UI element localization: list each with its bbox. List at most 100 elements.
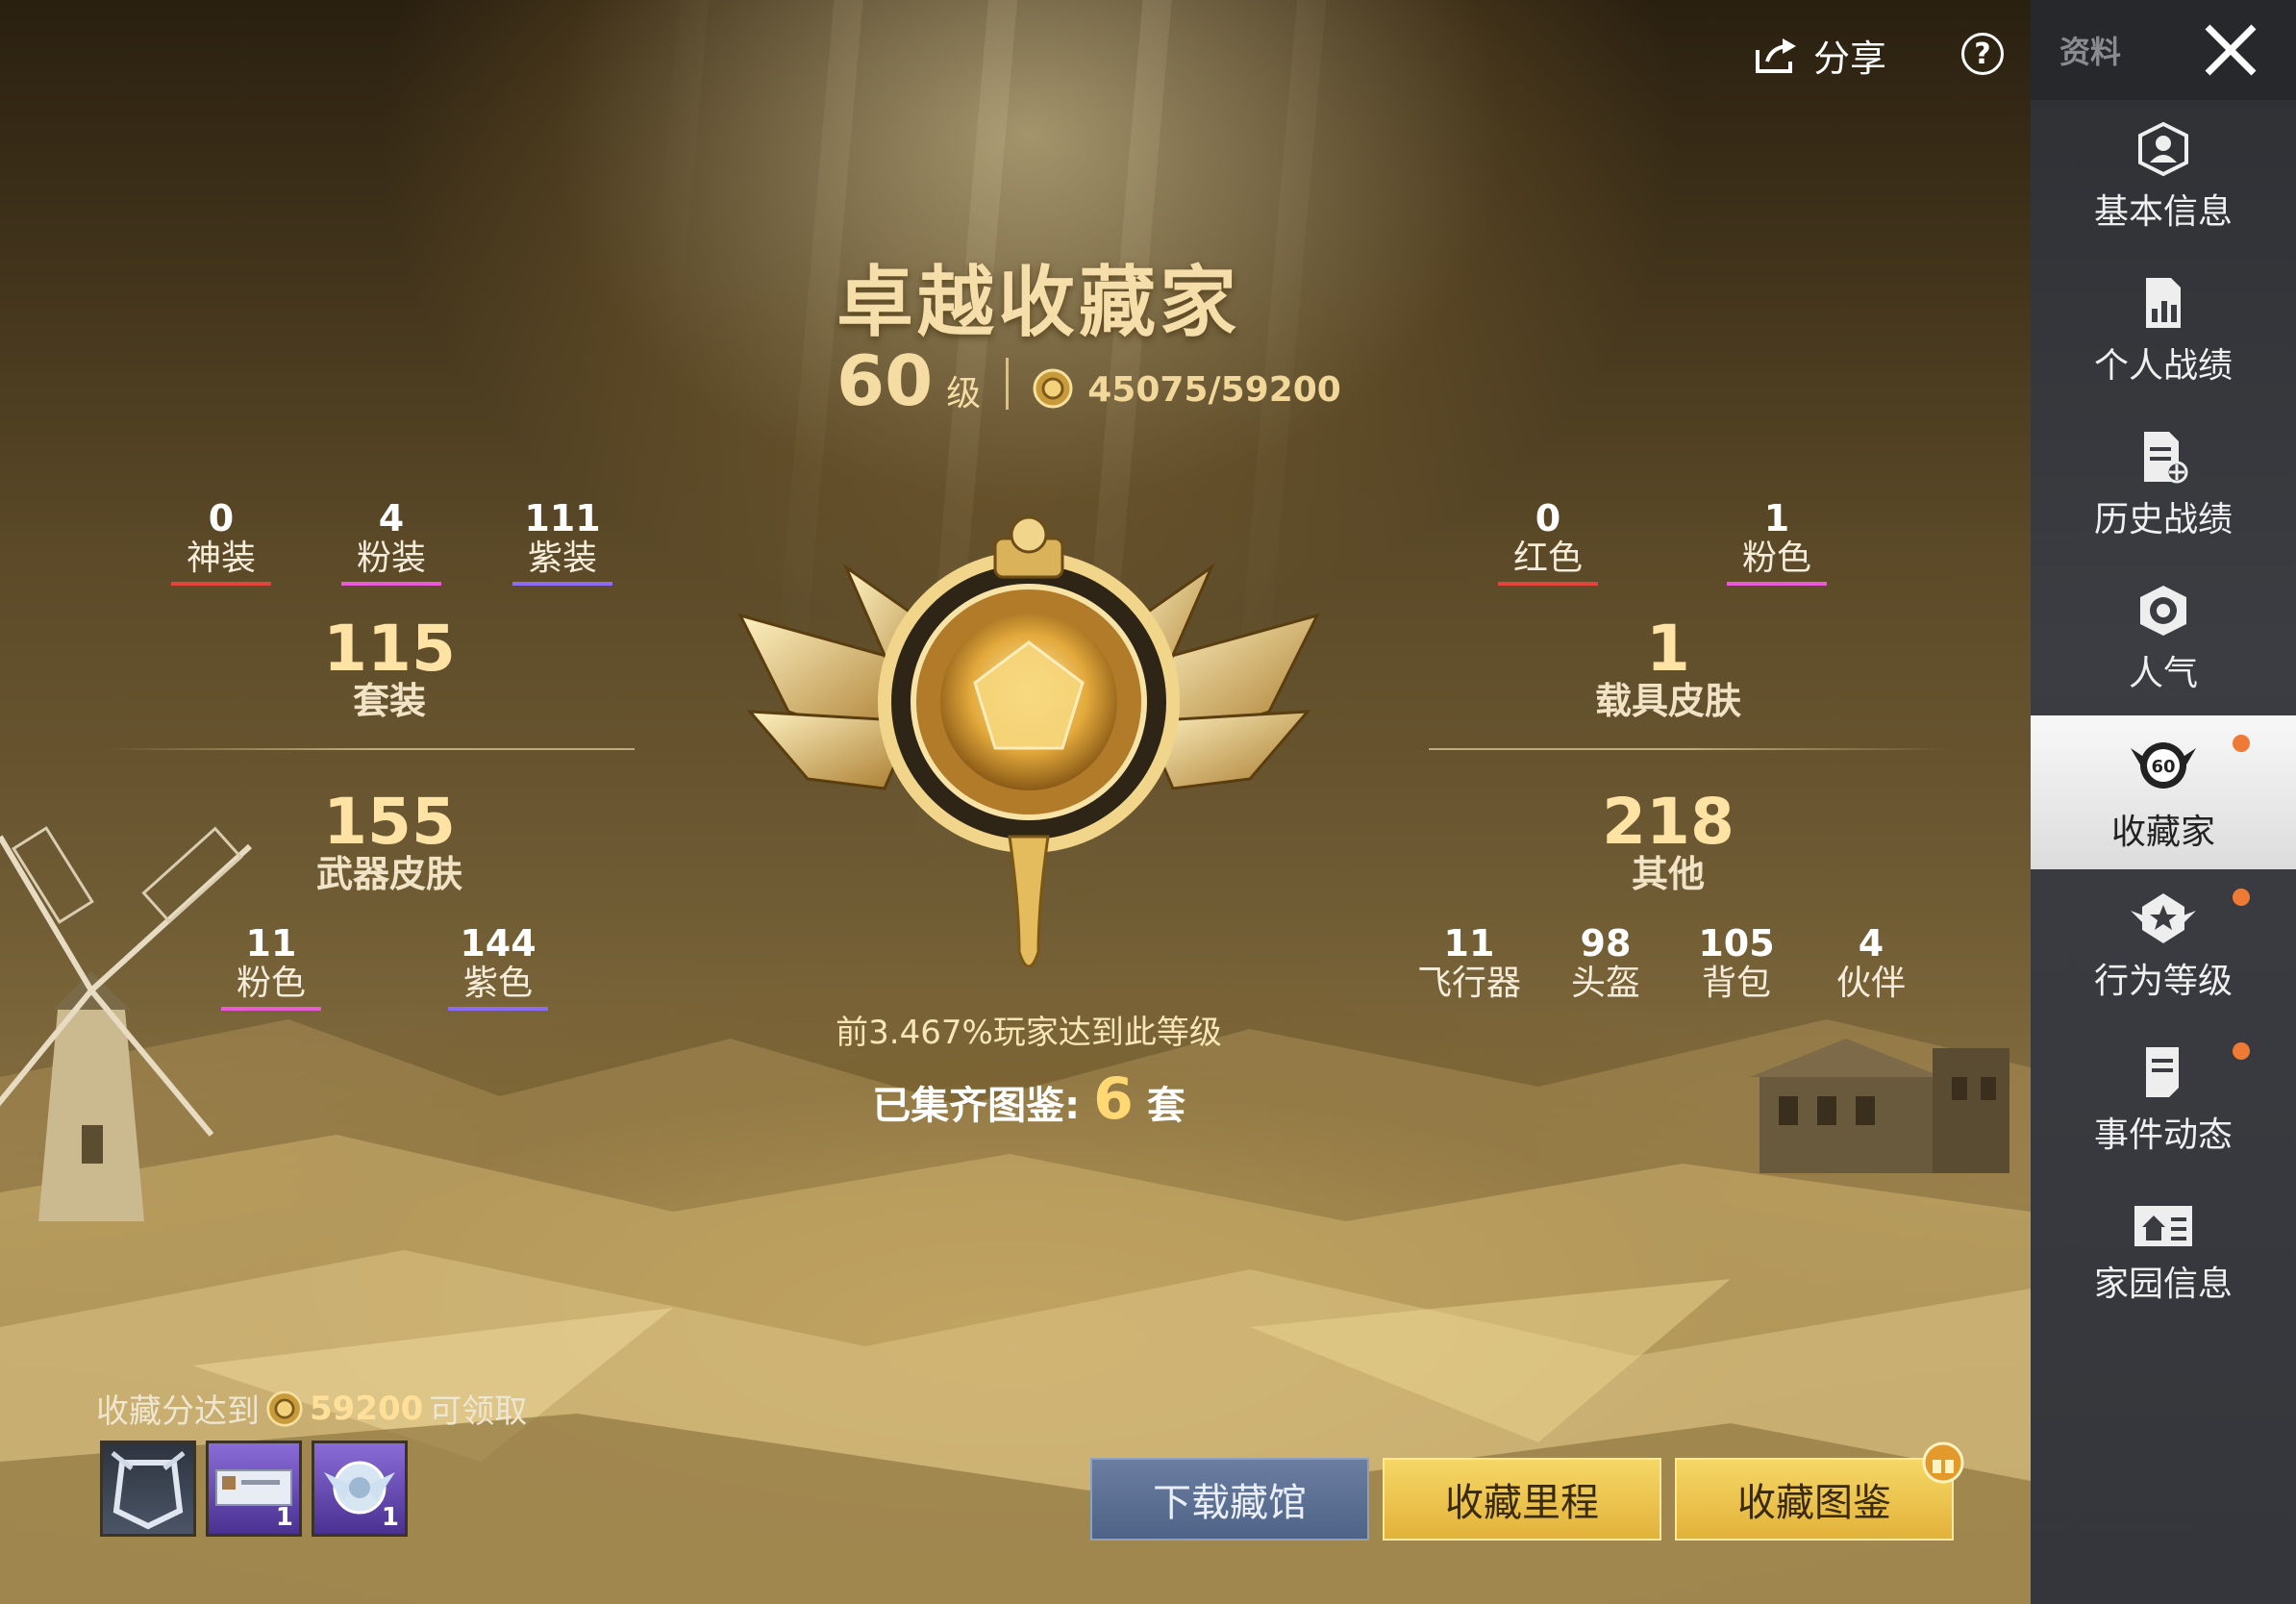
stat-value: 11 <box>245 922 297 965</box>
stat-label: 神装 <box>186 539 256 578</box>
stat-value: 115 <box>323 612 456 686</box>
divider <box>1006 358 1010 410</box>
right-divider <box>1429 748 1948 750</box>
stat-legendary-outfit[interactable]: 0 神装 <box>163 500 279 586</box>
sidebar-item-personal-stats[interactable]: 个人战绩 <box>2031 254 2296 408</box>
stat-label: 红色 <box>1512 539 1583 578</box>
sidebar-item-behavior-level[interactable]: 行为等级 <box>2031 869 2296 1023</box>
red-underline <box>171 582 271 586</box>
stat-other[interactable]: 218 其他 <box>1558 790 1779 896</box>
stat-companion[interactable]: 4 伙伴 <box>1813 925 1929 1005</box>
item-count: 1 <box>275 1503 293 1532</box>
collector-badge-icon: 60 <box>2131 742 2196 789</box>
collector-page: 分享 ? 卓越收藏家 60 级 45075/59200 0 神装 4 粉装 11… <box>0 0 2031 1604</box>
left-divider <box>106 748 635 750</box>
avatar-frame-icon <box>111 1451 186 1530</box>
share-icon <box>1756 38 1796 73</box>
emblem-item[interactable]: 1 <box>312 1441 408 1537</box>
history-doc-icon <box>2144 432 2188 484</box>
collected-prefix: 已集齐图鉴: <box>872 1084 1081 1128</box>
purple-underline <box>512 582 612 586</box>
stat-aircraft[interactable]: 11 飞行器 <box>1411 925 1527 1005</box>
stat-helmet[interactable]: 98 头盔 <box>1548 925 1663 1005</box>
user-shield-icon <box>2138 121 2188 177</box>
sidebar-item-label: 人气 <box>2128 654 2198 693</box>
stat-weapon-pink[interactable]: 11 粉色 <box>213 925 329 1011</box>
stat-vehicle-skin[interactable]: 1 载具皮肤 <box>1558 617 1779 723</box>
sidebar-item-home-info[interactable]: 家园信息 <box>2031 1177 2296 1331</box>
level-unit: 级 <box>946 374 982 414</box>
sidebar-item-basic-info[interactable]: 基本信息 <box>2031 100 2296 254</box>
stat-value: 0 <box>1535 497 1561 539</box>
collected-suffix: 套 <box>1146 1084 1185 1128</box>
stat-backpack[interactable]: 105 背包 <box>1679 925 1794 1005</box>
stat-suit[interactable]: 115 套装 <box>288 617 490 723</box>
stat-label: 飞行器 <box>1416 964 1521 1003</box>
sidebar-item-history-stats[interactable]: 历史战绩 <box>2031 408 2296 562</box>
page-title: 卓越收藏家 <box>836 258 1240 347</box>
stat-vehicle-pink[interactable]: 1 粉色 <box>1719 500 1834 586</box>
name-card-item[interactable]: 1 <box>206 1441 302 1537</box>
stat-label: 粉色 <box>236 964 306 1003</box>
notification-dot <box>2233 889 2250 906</box>
stat-weapon-skin[interactable]: 155 武器皮肤 <box>288 790 490 896</box>
rank-percentile: 前3.467%玩家达到此等级 <box>836 1014 1222 1052</box>
notification-dot <box>2233 1042 2250 1060</box>
sidebar-item-label: 历史战绩 <box>2093 500 2233 539</box>
collect-score-icon <box>266 1390 303 1427</box>
behavior-star-icon <box>2131 893 2196 943</box>
sidebar-title: 资料 <box>2059 34 2122 70</box>
stat-weapon-purple[interactable]: 144 紫色 <box>440 925 556 1011</box>
stat-value: 155 <box>323 785 456 859</box>
stat-pink-outfit[interactable]: 4 粉装 <box>334 500 449 586</box>
stat-value: 4 <box>378 497 405 539</box>
help-icon[interactable]: ? <box>1961 33 2004 75</box>
collect-score-icon <box>1033 368 1073 409</box>
stat-value: 0 <box>208 497 235 539</box>
collection-catalog-button[interactable]: 收藏图鉴 <box>1675 1441 1964 1541</box>
catalog-label: 收藏图鉴 <box>1737 1481 1891 1525</box>
gift-icon <box>1922 1441 1964 1484</box>
stat-label: 伙伴 <box>1835 964 1906 1003</box>
share-label: 分享 <box>1813 38 1887 80</box>
stat-vehicle-red[interactable]: 0 红色 <box>1490 500 1606 586</box>
stat-label: 背包 <box>1701 964 1771 1003</box>
sidebar-header: 资料 <box>2031 0 2296 100</box>
pink-underline <box>341 582 441 586</box>
notification-dot <box>2233 735 2250 752</box>
collection-milestone-button[interactable]: 收藏里程 <box>1383 1458 1661 1541</box>
home-icon <box>2134 1206 2192 1246</box>
stat-label: 武器皮肤 <box>315 853 462 895</box>
stat-value: 218 <box>1602 785 1734 859</box>
pink-underline <box>1727 582 1827 586</box>
sidebar-item-label: 个人战绩 <box>2093 346 2233 386</box>
event-doc-icon <box>2146 1047 2179 1097</box>
stat-value: 98 <box>1580 922 1632 965</box>
stat-value: 105 <box>1698 922 1775 965</box>
share-button[interactable]: 分享 <box>1754 29 1886 82</box>
sidebar-item-collector[interactable]: 60 收藏家 <box>2031 715 2296 869</box>
sidebar-item-label: 事件动态 <box>2093 1115 2233 1155</box>
popularity-icon <box>2140 586 2186 636</box>
collected-count: 6 <box>1093 1065 1134 1133</box>
reward-suffix: 可领取 <box>429 1392 528 1431</box>
stats-doc-icon <box>2146 278 2181 328</box>
level-row: 60 级 45075/59200 <box>836 346 1341 415</box>
download-museum-button[interactable]: 下载藏馆 <box>1090 1458 1369 1541</box>
sidebar-item-popularity[interactable]: 人气 <box>2031 562 2296 715</box>
stat-purple-outfit[interactable]: 111 紫装 <box>505 500 620 586</box>
sidebar-item-events[interactable]: 事件动态 <box>2031 1023 2296 1177</box>
stat-value: 1 <box>1763 497 1790 539</box>
reward-amount: 59200 <box>310 1389 424 1428</box>
close-icon[interactable] <box>2200 19 2261 81</box>
stat-label: 紫装 <box>527 539 597 578</box>
avatar-frame-item[interactable] <box>100 1441 196 1537</box>
level-number: 60 <box>836 340 934 421</box>
red-underline <box>1498 582 1598 586</box>
collect-score: 45075/59200 <box>1087 370 1341 410</box>
sidebar-item-label: 行为等级 <box>2093 962 2233 1001</box>
stat-label: 其他 <box>1631 853 1705 895</box>
reward-requirement: 收藏分达到 59200 可领取 <box>96 1385 527 1432</box>
sidebar-item-label: 收藏家 <box>2110 813 2215 852</box>
stat-value: 4 <box>1858 922 1884 965</box>
